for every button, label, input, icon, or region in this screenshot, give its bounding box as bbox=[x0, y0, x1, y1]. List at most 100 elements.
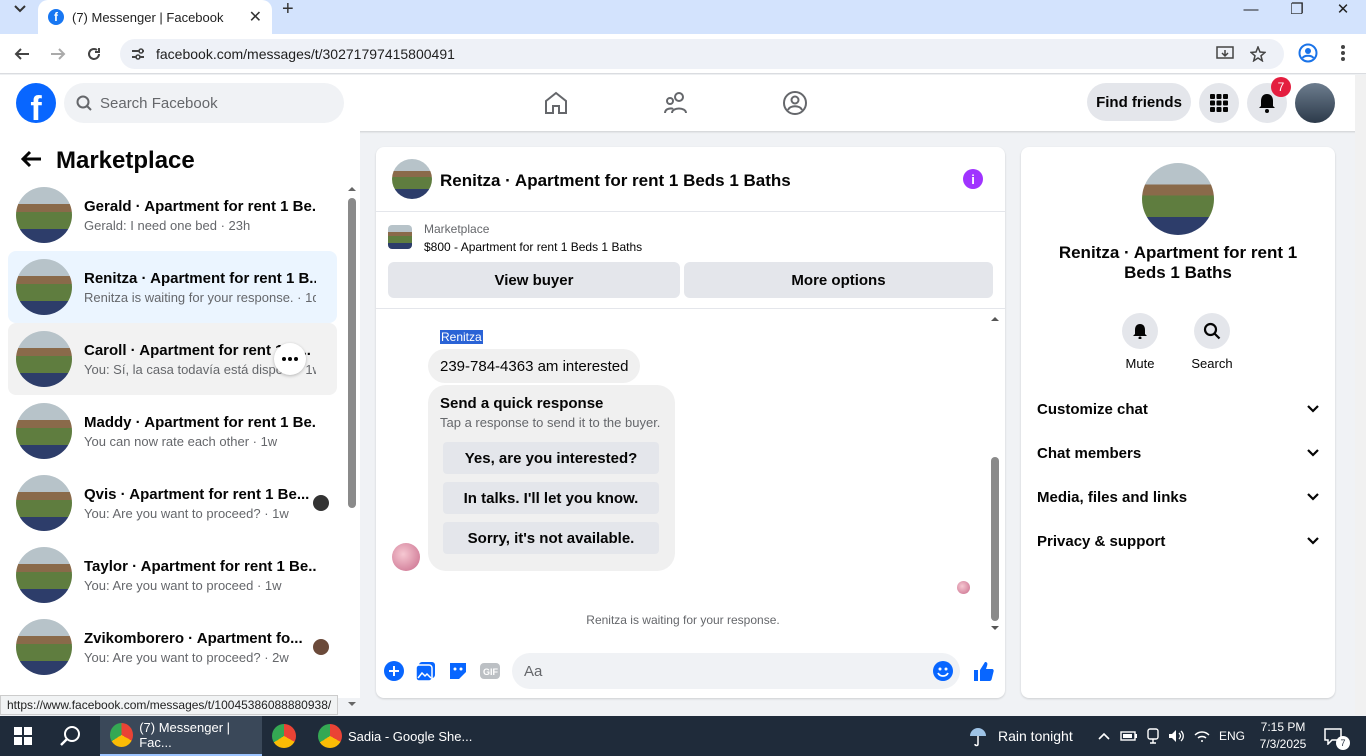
account-avatar[interactable] bbox=[1295, 83, 1335, 123]
chat-window: Renitza · Apartment for rent 1 Beds 1 Ba… bbox=[376, 147, 1005, 698]
ellipsis-icon bbox=[282, 357, 298, 361]
battery-icon[interactable] bbox=[1120, 716, 1138, 756]
conversation-item[interactable]: Gerald · Apartment for rent 1 Be... Geral… bbox=[8, 183, 337, 247]
meet-now-icon[interactable] bbox=[1146, 716, 1160, 756]
listing-thumbnail[interactable] bbox=[388, 225, 412, 249]
view-buyer-button[interactable]: View buyer bbox=[388, 262, 680, 298]
chat-members-section[interactable]: Chat members bbox=[1037, 435, 1319, 471]
back-button[interactable] bbox=[10, 42, 34, 66]
volume-icon[interactable] bbox=[1168, 716, 1186, 756]
listing-photo[interactable] bbox=[1142, 163, 1214, 235]
taskbar-search-button[interactable] bbox=[60, 716, 82, 756]
find-friends-button[interactable]: Find friends bbox=[1087, 83, 1191, 121]
show-hidden-icons[interactable] bbox=[1098, 716, 1110, 756]
conversation-preview: Gerald: I need one bed · 23h bbox=[84, 217, 251, 233]
minimize-button[interactable]: — bbox=[1228, 0, 1274, 18]
install-app-icon[interactable] bbox=[1216, 46, 1234, 62]
site-info-icon[interactable] bbox=[130, 46, 146, 62]
reload-button[interactable] bbox=[82, 42, 106, 66]
chat-details-panel: Renitza · Apartment for rent 1 Beds 1 Ba… bbox=[1021, 147, 1335, 698]
notification-count: 7 bbox=[1336, 736, 1350, 750]
search-in-chat-button[interactable]: Search bbox=[1182, 313, 1242, 371]
wifi-icon[interactable] bbox=[1194, 716, 1210, 756]
facebook-logo-icon[interactable]: f bbox=[16, 83, 56, 123]
taskbar-app-sheets[interactable]: Sadia - Google She... bbox=[318, 716, 472, 756]
facebook-search-input[interactable]: Search Facebook bbox=[64, 83, 344, 123]
chat-title[interactable]: Renitza · Apartment for rent 1 Beds 1 Ba… bbox=[440, 171, 791, 191]
conversation-preview: You: Are you want to proceed · 1w bbox=[84, 577, 282, 593]
emoji-icon[interactable] bbox=[932, 660, 954, 682]
customize-chat-section[interactable]: Customize chat bbox=[1037, 391, 1319, 427]
conversation-item[interactable]: Maddy · Apartment for rent 1 Be... You ca… bbox=[8, 399, 337, 463]
home-icon[interactable] bbox=[542, 89, 570, 117]
photo-icon[interactable] bbox=[415, 660, 437, 682]
conversation-item[interactable]: Qvis · Apartment for rent 1 Be... You: Ar… bbox=[8, 471, 337, 535]
conversation-item-selected[interactable]: Renitza · Apartment for rent 1 B... Renit… bbox=[8, 251, 337, 323]
conversation-item[interactable]: Zvikomborero · Apartment fo... You: Are y… bbox=[8, 615, 337, 679]
search-icon bbox=[1203, 322, 1221, 340]
chat-header: Renitza · Apartment for rent 1 Beds 1 Ba… bbox=[376, 147, 1005, 212]
info-icon[interactable]: i bbox=[963, 169, 983, 189]
listing-thumbnail[interactable] bbox=[392, 159, 432, 199]
gif-icon[interactable]: GIF bbox=[479, 660, 501, 682]
clock[interactable]: 7:15 PM 7/3/2025 bbox=[1252, 716, 1314, 756]
new-tab-button[interactable]: + bbox=[282, 0, 294, 21]
conversation-scrollbar[interactable] bbox=[347, 186, 357, 706]
back-arrow-icon[interactable] bbox=[20, 149, 42, 169]
quick-response-card: Send a quick response Tap a response to … bbox=[428, 385, 675, 571]
plus-icon[interactable] bbox=[383, 660, 405, 682]
start-button[interactable] bbox=[14, 716, 32, 756]
media-files-links-section[interactable]: Media, files and links bbox=[1037, 479, 1319, 515]
facebook-favicon-icon: f bbox=[48, 9, 64, 25]
svg-text:GIF: GIF bbox=[483, 667, 499, 677]
weather-widget[interactable]: Rain tonight bbox=[966, 716, 1073, 756]
chat-scrollbar[interactable] bbox=[988, 313, 1002, 635]
taskbar-app-messenger[interactable]: (7) Messenger | Fac... bbox=[100, 716, 262, 756]
friends-icon[interactable] bbox=[662, 89, 690, 117]
quick-response-option[interactable]: Sorry, it's not available. bbox=[443, 522, 659, 554]
more-options-button[interactable] bbox=[274, 343, 306, 375]
chevron-down-icon bbox=[14, 5, 26, 13]
close-tab-icon[interactable]: ✕ bbox=[249, 7, 262, 27]
privacy-support-section[interactable]: Privacy & support bbox=[1037, 523, 1319, 559]
thumbs-up-icon[interactable] bbox=[972, 660, 994, 682]
message-bubble[interactable]: 239-784-4363 am interested bbox=[428, 349, 641, 383]
browser-menu-icon[interactable] bbox=[1340, 44, 1346, 62]
conversation-title: Zvikomborero · Apartment fo... bbox=[84, 629, 303, 647]
taskbar-app-label: Sadia - Google She... bbox=[348, 728, 473, 744]
conversation-item[interactable]: Caroll · Apartment for rent 1 B... You: S… bbox=[8, 323, 337, 395]
tab-search-button[interactable] bbox=[6, 0, 34, 18]
taskbar-chrome[interactable] bbox=[272, 716, 296, 756]
waiting-status: Renitza is waiting for your response. bbox=[586, 613, 780, 627]
sticker-icon[interactable] bbox=[447, 660, 469, 682]
mute-button[interactable]: Mute bbox=[1110, 313, 1170, 371]
more-options-button[interactable]: More options bbox=[684, 262, 993, 298]
chrome-icon bbox=[110, 723, 134, 747]
language-indicator[interactable]: ENG bbox=[1219, 716, 1245, 756]
notification-center[interactable]: 7 bbox=[1324, 716, 1350, 756]
groups-icon[interactable] bbox=[781, 89, 809, 117]
quick-response-option[interactable]: Yes, are you interested? bbox=[443, 442, 659, 474]
browser-tab[interactable]: f (7) Messenger | Facebook ✕ bbox=[38, 0, 272, 34]
profile-icon[interactable] bbox=[1298, 43, 1318, 63]
close-window-button[interactable]: ✕ bbox=[1320, 0, 1366, 18]
clock-time: 7:15 PM bbox=[1260, 720, 1306, 734]
quick-response-title: Send a quick response bbox=[440, 395, 604, 412]
sender-avatar[interactable] bbox=[392, 543, 420, 571]
forward-button[interactable] bbox=[46, 42, 70, 66]
listing-thumbnail bbox=[16, 187, 72, 243]
address-bar[interactable]: facebook.com/messages/t/3027179741580049… bbox=[120, 39, 1284, 69]
conversation-preview: You can now rate each other · 1w bbox=[84, 433, 278, 449]
bell-icon bbox=[1133, 324, 1147, 339]
restore-button[interactable]: ❐ bbox=[1274, 0, 1320, 18]
listing-description[interactable]: $800 - Apartment for rent 1 Beds 1 Baths bbox=[424, 240, 642, 254]
message-input[interactable]: Aa bbox=[512, 653, 960, 689]
url-text: facebook.com/messages/t/3027179741580049… bbox=[156, 46, 455, 62]
listing-thumbnail bbox=[16, 475, 72, 531]
page-scrollbar[interactable] bbox=[1355, 75, 1366, 715]
conversation-item[interactable]: Taylor · Apartment for rent 1 Be... You: … bbox=[8, 543, 337, 607]
listing-label: Marketplace bbox=[424, 222, 490, 236]
menu-button[interactable] bbox=[1199, 83, 1239, 123]
quick-response-option[interactable]: In talks. I'll let you know. bbox=[443, 482, 659, 514]
bookmark-star-icon[interactable] bbox=[1250, 46, 1266, 62]
